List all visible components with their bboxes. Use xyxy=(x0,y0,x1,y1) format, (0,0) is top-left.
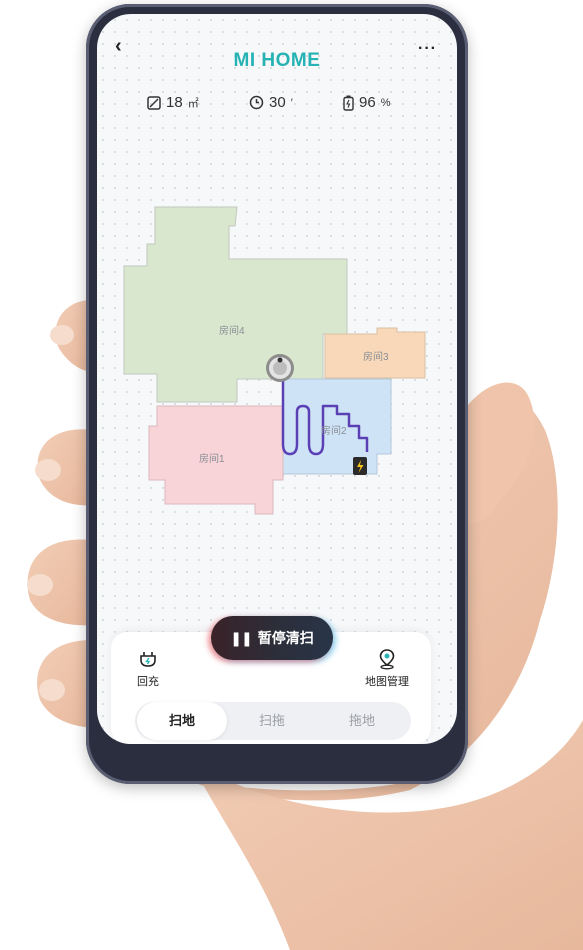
app-screen: ‹ MI HOME ··· 18 ㎡ 30 ′ 96% 房间4 房间3 房间2 … xyxy=(97,14,457,744)
map-manage-button[interactable]: 地图管理 xyxy=(365,648,409,689)
recharge-label: 回充 xyxy=(137,676,159,688)
mode-sweep-mop-tab[interactable]: 扫拖 xyxy=(227,702,317,740)
robot-vacuum-icon[interactable] xyxy=(266,354,294,382)
room-3-label: 房间3 xyxy=(363,350,389,363)
map-manage-label: 地图管理 xyxy=(365,676,409,688)
recharge-button[interactable]: 回充 xyxy=(137,650,159,689)
pause-icon: ❚❚ xyxy=(230,629,252,646)
room-4-area[interactable] xyxy=(123,206,348,403)
room-1-label: 房间1 xyxy=(199,452,225,465)
charging-dock-icon[interactable] xyxy=(353,457,367,475)
location-pin-icon xyxy=(379,649,395,670)
pause-label: 暂停清扫 xyxy=(257,630,314,646)
mode-selector: 扫地 扫拖 拖地 xyxy=(135,702,411,740)
pause-cleaning-button[interactable]: ❚❚ 暂停清扫 xyxy=(211,616,333,660)
mode-mop-tab[interactable]: 拖地 xyxy=(317,702,407,740)
mode-sweep-tab[interactable]: 扫地 xyxy=(137,702,227,740)
room-2-label: 房间2 xyxy=(321,424,347,437)
room-4-label: 房间4 xyxy=(219,324,245,337)
plug-icon xyxy=(140,652,156,667)
